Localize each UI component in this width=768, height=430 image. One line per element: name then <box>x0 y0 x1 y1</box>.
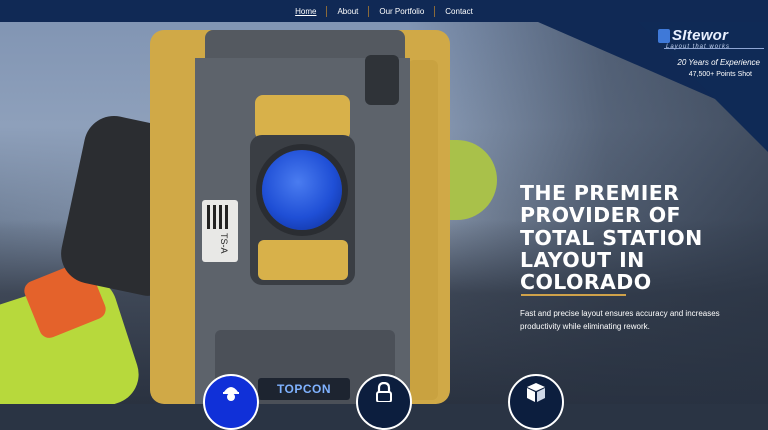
points-badge: 47,500+ Points Shot <box>688 71 752 78</box>
telescope-lens <box>262 150 342 230</box>
worker-icon <box>220 382 242 406</box>
top-nav: Home About Our Portfolio Contact <box>0 0 768 22</box>
box-icon <box>525 382 547 406</box>
lock-icon <box>373 381 395 406</box>
nav-about[interactable]: About <box>327 7 368 16</box>
nav-home[interactable]: Home <box>285 7 326 16</box>
telescope-base <box>258 240 348 280</box>
headline-underline <box>521 294 626 296</box>
total-station-knob <box>365 55 399 105</box>
logo-tagline: Layout that works <box>666 44 731 50</box>
service-box-button[interactable] <box>508 374 564 430</box>
hero-headline: The Premier Provider of Total Station La… <box>520 181 703 295</box>
total-station-side-panel <box>408 60 438 400</box>
instrument-brand: TOPCON <box>258 378 350 400</box>
total-station-cap <box>255 95 350 140</box>
logo-mark-icon <box>658 29 670 43</box>
experience-badge: 20 Years of Experience <box>677 58 760 67</box>
nav-portfolio[interactable]: Our Portfolio <box>369 7 434 16</box>
hero-subtext: Fast and precise layout ensures accuracy… <box>520 309 720 331</box>
nav-contact[interactable]: Contact <box>435 7 483 16</box>
logo-name: SItewor <box>672 27 729 44</box>
instrument-model-label: TS-A <box>219 233 229 254</box>
logo-divider <box>664 48 764 49</box>
service-worker-button[interactable] <box>203 374 259 430</box>
service-lock-button[interactable] <box>356 374 412 430</box>
qr-code <box>207 205 231 229</box>
